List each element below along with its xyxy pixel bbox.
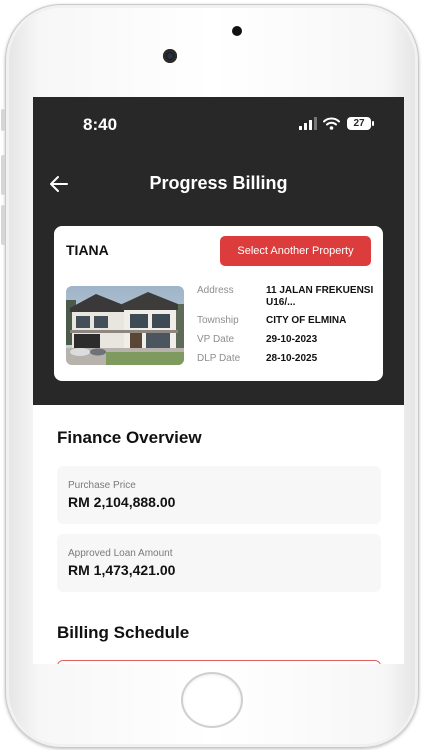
home-button[interactable]	[181, 672, 243, 728]
property-photo	[66, 286, 184, 365]
speaker-dot	[232, 26, 242, 36]
page-title: Progress Billing	[149, 173, 288, 193]
dlp-date-value: 28-10-2025	[266, 353, 318, 364]
approved-loan-value: RM 1,473,421.00	[68, 562, 176, 578]
address-value: 11 JALAN FREKUENSI U16/...	[266, 285, 374, 308]
purchase-price-card: Purchase Price RM 2,104,888.00	[57, 466, 381, 524]
property-name: TIANA	[66, 242, 109, 258]
mute-switch	[1, 109, 5, 131]
wifi-icon	[323, 117, 340, 130]
vp-date-label: VP Date	[197, 334, 235, 345]
property-card: TIANA Select Another Property Address 11…	[54, 226, 383, 381]
phone-frame: 8:40 27 Progress Billing TIANA Select An…	[1, 4, 419, 748]
township-label: Township	[197, 315, 239, 326]
approved-loan-card: Approved Loan Amount RM 1,473,421.00	[57, 534, 381, 592]
select-another-property-button[interactable]: Select Another Property	[220, 236, 371, 266]
signal-icon	[299, 117, 317, 130]
purchase-price-value: RM 2,104,888.00	[68, 494, 176, 510]
battery-icon: 27	[347, 117, 374, 130]
billing-schedule-item[interactable]	[57, 660, 381, 664]
vp-date-value: 29-10-2023	[266, 334, 318, 345]
billing-schedule-title: Billing Schedule	[57, 623, 190, 642]
volume-up-button	[1, 155, 5, 195]
volume-down-button	[1, 205, 5, 245]
detail-row-address: Address 11 JALAN FREKUENSI U16/...	[197, 285, 377, 309]
address-label: Address	[197, 285, 234, 296]
dlp-date-label: DLP Date	[197, 353, 241, 364]
approved-loan-label: Approved Loan Amount	[68, 548, 173, 559]
app-screen: 8:40 27 Progress Billing TIANA Select An…	[33, 97, 404, 664]
status-time: 8:40	[83, 115, 118, 134]
detail-row-vp-date: VP Date 29-10-2023	[197, 334, 377, 348]
township-value: CITY OF ELMINA	[266, 315, 347, 326]
detail-row-dlp-date: DLP Date 28-10-2025	[197, 353, 377, 367]
detail-row-township: Township CITY OF ELMINA	[197, 315, 377, 329]
front-camera	[163, 49, 177, 63]
finance-overview-title: Finance Overview	[57, 428, 202, 447]
purchase-price-label: Purchase Price	[68, 480, 136, 491]
